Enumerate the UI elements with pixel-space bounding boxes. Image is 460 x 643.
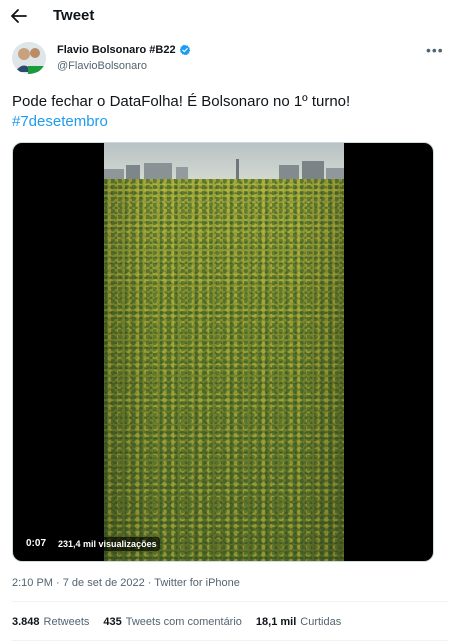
stat-quote-tweets[interactable]: 435 Tweets com comentário xyxy=(103,616,242,628)
meta-separator: · xyxy=(144,577,155,589)
tweet-body: Pode fechar o DataFolha! É Bolsonaro no … xyxy=(12,93,351,110)
video-overlay: 0:07 231,4 mil visualizações xyxy=(23,536,160,551)
video-views: 231,4 mil visualizações xyxy=(55,536,160,551)
display-name[interactable]: Flavio Bolsonaro #B22 xyxy=(57,44,176,56)
video-frame xyxy=(104,143,344,561)
meta-separator: · xyxy=(52,577,63,589)
stat-count: 435 xyxy=(103,616,122,628)
author-handle[interactable]: @FlavioBolsonaro xyxy=(57,60,147,72)
more-horizontal-icon: ••• xyxy=(426,42,444,58)
author-name-line[interactable]: Flavio Bolsonaro #B22 xyxy=(57,44,191,56)
tweet-author: Flavio Bolsonaro #B22 @FlavioBolsonaro •… xyxy=(12,42,448,76)
tweet-meta: 2:10 PM · 7 de set de 2022 · Twitter for… xyxy=(12,577,240,589)
tweet-source[interactable]: Twitter for iPhone xyxy=(154,577,240,589)
arrow-left-icon xyxy=(11,9,27,23)
video-player[interactable]: 0:07 231,4 mil visualizações xyxy=(12,142,434,562)
avatar-image xyxy=(12,42,46,74)
tweet-text: Pode fechar o DataFolha! É Bolsonaro no … xyxy=(12,92,442,132)
back-button[interactable] xyxy=(8,4,30,28)
tweet-date[interactable]: 7 de set de 2022 xyxy=(63,577,145,589)
stat-likes[interactable]: 18,1 mil Curtidas xyxy=(256,616,341,628)
tweet-header: Tweet xyxy=(0,0,460,33)
hashtag-link[interactable]: #7desetembro xyxy=(12,112,442,132)
video-shade xyxy=(104,179,344,561)
stat-label: Curtidas xyxy=(300,616,342,628)
stat-label: Tweets com comentário xyxy=(125,616,242,628)
stat-retweets[interactable]: 3.848 Retweets xyxy=(12,616,89,628)
more-button[interactable]: ••• xyxy=(426,42,444,58)
verified-badge-icon xyxy=(179,44,190,56)
stat-label: Retweets xyxy=(43,616,90,628)
tweet-time[interactable]: 2:10 PM xyxy=(12,577,53,589)
divider xyxy=(12,601,448,602)
tweet-stats: 3.848 Retweets 435 Tweets com comentário… xyxy=(12,616,341,628)
stat-count: 18,1 mil xyxy=(255,616,297,628)
page-title: Tweet xyxy=(53,7,95,24)
stat-count: 3.848 xyxy=(12,616,40,628)
divider xyxy=(12,640,448,641)
video-time: 0:07 xyxy=(23,536,50,551)
avatar[interactable] xyxy=(12,42,46,74)
